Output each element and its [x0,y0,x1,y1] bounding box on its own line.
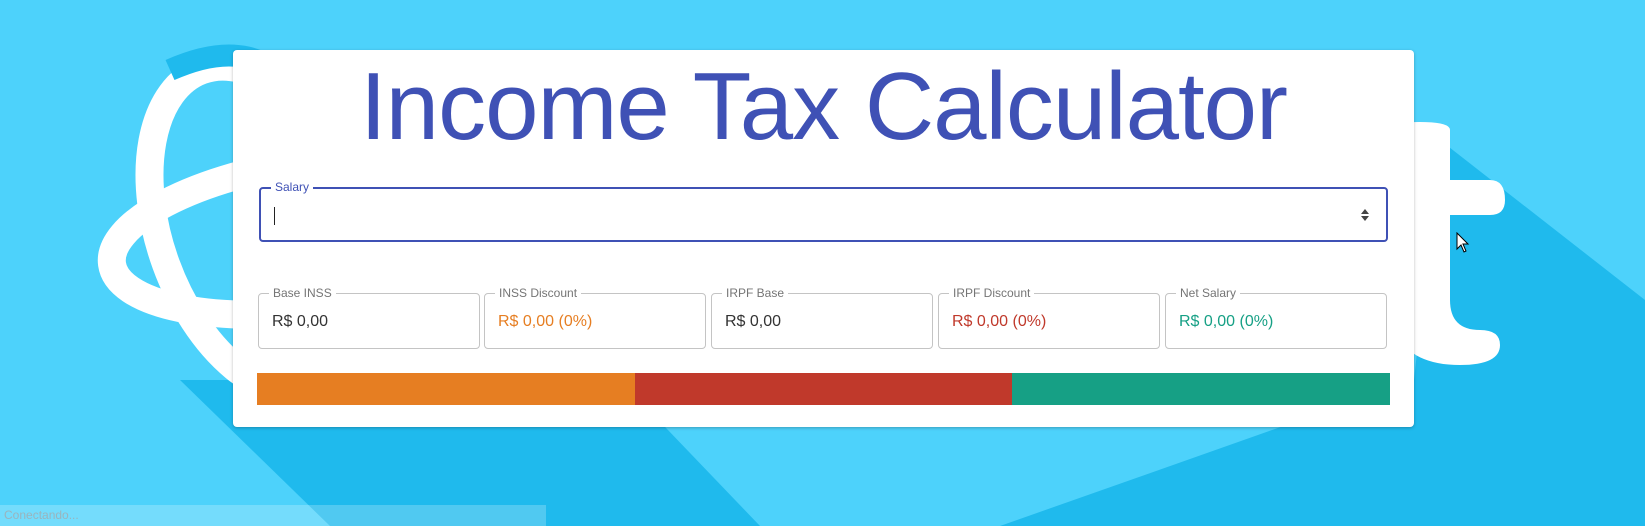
inss-discount-label: INSS Discount [495,286,582,300]
page-title: Income Tax Calculator [360,53,1288,160]
irpf-discount-label: IRPF Discount [949,286,1035,300]
salary-input[interactable]: Salary [259,180,1388,242]
irpf-base-value: R$ 0,00 [725,313,782,330]
salary-label: Salary [271,180,314,194]
irpf-base-field[interactable]: IRPF Base R$ 0,00 [711,286,933,349]
base-inss-label: Base INSS [269,286,336,300]
irpf-discount-segment [634,373,1013,405]
calculator-card: Income Tax Calculator Salary Base INSS R… [233,50,1414,427]
irpf-base-label: IRPF Base [722,286,789,300]
inss-discount-value: R$ 0,00 (0%) [498,313,593,330]
salary-breakdown-bar [257,373,1391,405]
net-salary-label: Net Salary [1176,286,1241,300]
status-bar: Conectando... [0,505,546,526]
net-salary-field[interactable]: Net Salary R$ 0,00 (0%) [1165,286,1387,349]
net-salary-segment [1012,373,1391,405]
text-caret [274,207,275,225]
mouse-cursor-icon [1456,232,1470,253]
inss-discount-field[interactable]: INSS Discount R$ 0,00 (0%) [484,286,706,349]
base-inss-value: R$ 0,00 [272,313,329,330]
base-inss-field[interactable]: Base INSS R$ 0,00 [258,286,480,349]
irpf-discount-value: R$ 0,00 (0%) [952,313,1047,330]
number-spinner-icon[interactable] [1360,207,1370,223]
net-salary-value: R$ 0,00 (0%) [1179,313,1274,330]
inss-discount-segment [257,373,635,405]
irpf-discount-field[interactable]: IRPF Discount R$ 0,00 (0%) [938,286,1160,349]
